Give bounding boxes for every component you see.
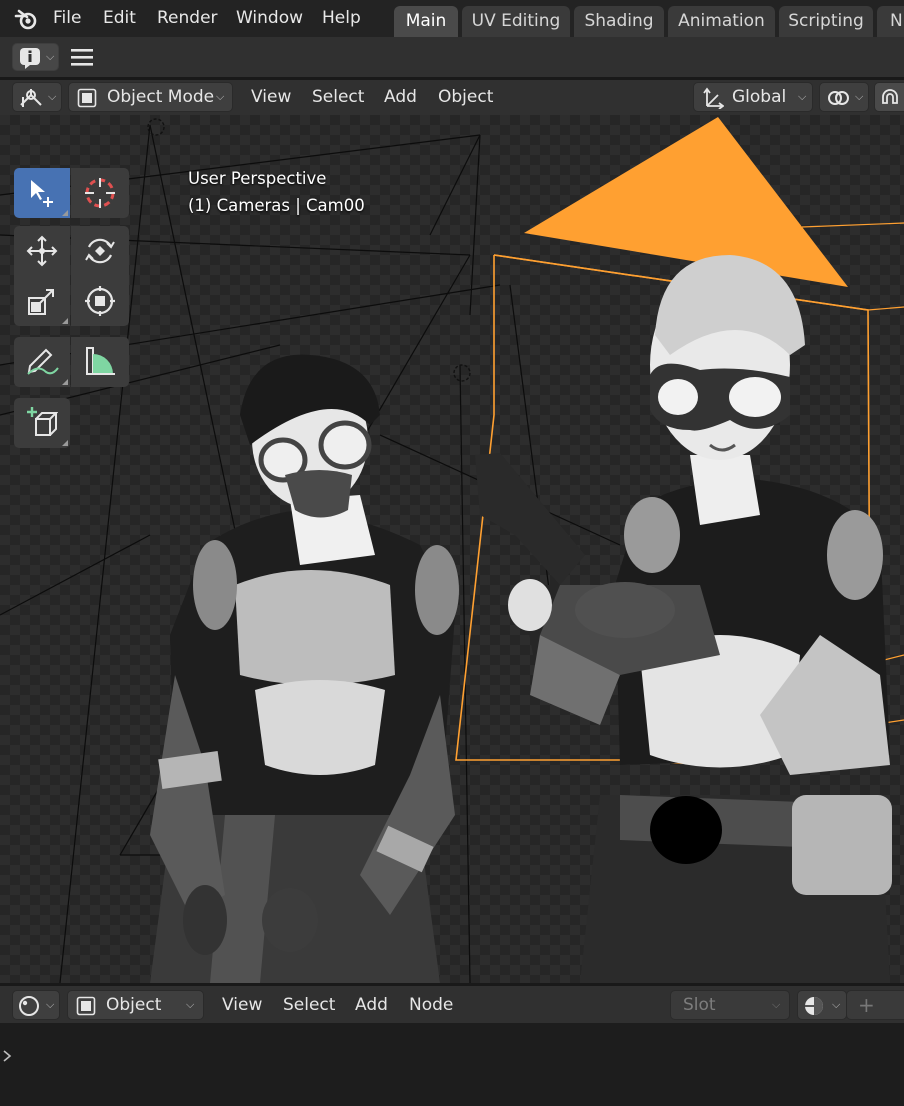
editor-type-dropdown-bottom[interactable]: ⌵ bbox=[12, 990, 60, 1020]
select-cursor-icon bbox=[31, 180, 53, 207]
menu-window[interactable]: Window bbox=[236, 0, 303, 37]
pivot-link-icon bbox=[828, 91, 849, 105]
menu-add[interactable]: Add bbox=[384, 87, 417, 107]
viewport-header: ⌵ Object Mode ⌵ View Select Add Object G… bbox=[0, 80, 904, 115]
tool-add-cube[interactable] bbox=[14, 398, 70, 448]
transform-orientation-dropdown[interactable]: Global ⌵ bbox=[693, 82, 813, 112]
magnet-icon bbox=[882, 89, 898, 104]
add-cube-icon bbox=[27, 407, 58, 436]
menu-select[interactable]: Select bbox=[312, 87, 364, 107]
collection-label: (1) Cameras | Cam00 bbox=[188, 196, 365, 215]
chevron-down-icon: ⌵ bbox=[772, 998, 781, 1011]
object-mode-icon bbox=[77, 88, 97, 108]
tool-rotate[interactable] bbox=[71, 226, 129, 276]
3d-cursor-icon bbox=[85, 178, 115, 208]
tab-scripting[interactable]: Scripting bbox=[779, 6, 873, 37]
chevron-down-icon: ⌵ bbox=[48, 90, 57, 103]
chevron-down-icon: ⌵ bbox=[855, 90, 864, 103]
chevron-down-icon: ⌵ bbox=[46, 998, 55, 1011]
menu-object[interactable]: Object bbox=[438, 87, 493, 107]
menu-add-bottom[interactable]: Add bbox=[355, 995, 388, 1015]
chevron-down-icon: ⌵ bbox=[186, 998, 195, 1011]
menu-edit[interactable]: Edit bbox=[103, 0, 136, 37]
node-editor-icon bbox=[19, 996, 39, 1016]
slot-label: Slot bbox=[683, 995, 716, 1015]
slot-dropdown[interactable]: Slot ⌵ bbox=[670, 990, 790, 1020]
tab-shading[interactable]: Shading bbox=[574, 6, 664, 37]
mode-dropdown[interactable]: Object Mode ⌵ bbox=[68, 82, 233, 112]
menu-render[interactable]: Render bbox=[157, 0, 218, 37]
editor-type-dropdown[interactable]: ⌵ bbox=[12, 82, 62, 112]
3d-viewport[interactable]: User Perspective (1) Cameras | Cam00 bbox=[0, 115, 904, 983]
ruler-icon bbox=[86, 347, 115, 375]
3d-viewport-icon bbox=[20, 89, 42, 107]
object-type-label: Object bbox=[106, 995, 162, 1015]
shader-editor-header: ⌵ Object ⌵ View Select Add Node Slot ⌵ ⌵… bbox=[0, 983, 904, 1023]
transform-icon bbox=[85, 286, 115, 316]
menu-select-bottom[interactable]: Select bbox=[283, 995, 335, 1015]
tool-annotate[interactable] bbox=[14, 337, 70, 387]
chevron-down-icon: ⌵ bbox=[832, 998, 841, 1011]
corner-tri-icon bbox=[62, 440, 68, 446]
corner-tri-icon bbox=[62, 318, 68, 324]
sidebar-expand-chevron-icon[interactable] bbox=[2, 1049, 12, 1063]
editor-type-button[interactable]: ⌵ bbox=[12, 43, 59, 71]
tool-cursor[interactable] bbox=[71, 168, 129, 218]
character-right bbox=[508, 255, 892, 983]
tab-animation[interactable]: Animation bbox=[668, 6, 775, 37]
menu-view-bottom[interactable]: View bbox=[222, 995, 262, 1015]
corner-tri-icon bbox=[62, 379, 68, 385]
tab-overflow[interactable]: N bbox=[877, 6, 904, 37]
scene-render bbox=[0, 117, 904, 983]
hamburger-menu-icon[interactable] bbox=[70, 47, 94, 67]
rotate-icon bbox=[85, 238, 115, 264]
object-type-dropdown[interactable]: Object ⌵ bbox=[67, 990, 204, 1020]
material-sphere-icon bbox=[805, 997, 823, 1015]
object-icon bbox=[76, 996, 96, 1016]
menu-file[interactable]: File bbox=[53, 0, 81, 37]
tab-main[interactable]: Main bbox=[394, 6, 458, 37]
move-arrows-icon bbox=[26, 235, 58, 267]
top-menu-bar: File Edit Render Window Help Main UV Edi… bbox=[0, 0, 904, 37]
tool-transform[interactable] bbox=[71, 276, 129, 326]
menu-help[interactable]: Help bbox=[322, 0, 361, 37]
plus-icon: + bbox=[858, 993, 875, 1017]
chevron-down-icon: ⌵ bbox=[46, 50, 55, 63]
tool-scale[interactable] bbox=[14, 276, 70, 326]
transform-pivot-dropdown[interactable]: ⌵ bbox=[819, 82, 869, 112]
perspective-label: User Perspective bbox=[188, 169, 327, 188]
global-axes-icon bbox=[703, 87, 724, 109]
info-icon bbox=[20, 48, 40, 69]
blender-logo-icon[interactable] bbox=[14, 7, 38, 31]
orientation-label: Global bbox=[732, 87, 787, 107]
scale-icon bbox=[28, 289, 54, 315]
menu-view[interactable]: View bbox=[251, 87, 291, 107]
tool-move[interactable] bbox=[14, 226, 70, 276]
shader-editor-area[interactable] bbox=[0, 1023, 904, 1106]
character-left bbox=[150, 354, 459, 983]
material-browse-dropdown[interactable]: ⌵ bbox=[797, 990, 847, 1020]
menu-node[interactable]: Node bbox=[409, 995, 453, 1015]
pencil-icon bbox=[27, 348, 59, 375]
new-material-button[interactable]: + bbox=[846, 990, 904, 1020]
tool-measure[interactable] bbox=[71, 337, 129, 387]
chevron-down-icon: ⌵ bbox=[216, 90, 225, 103]
chevron-down-icon: ⌵ bbox=[798, 90, 807, 103]
snap-toggle[interactable] bbox=[874, 82, 904, 112]
corner-tri-icon bbox=[62, 210, 68, 216]
mode-label: Object Mode bbox=[107, 87, 215, 107]
tab-uv-editing[interactable]: UV Editing bbox=[462, 6, 570, 37]
info-editor-header: ⌵ bbox=[0, 37, 904, 80]
tool-select-box[interactable] bbox=[14, 168, 70, 218]
empty-markers bbox=[147, 118, 471, 382]
